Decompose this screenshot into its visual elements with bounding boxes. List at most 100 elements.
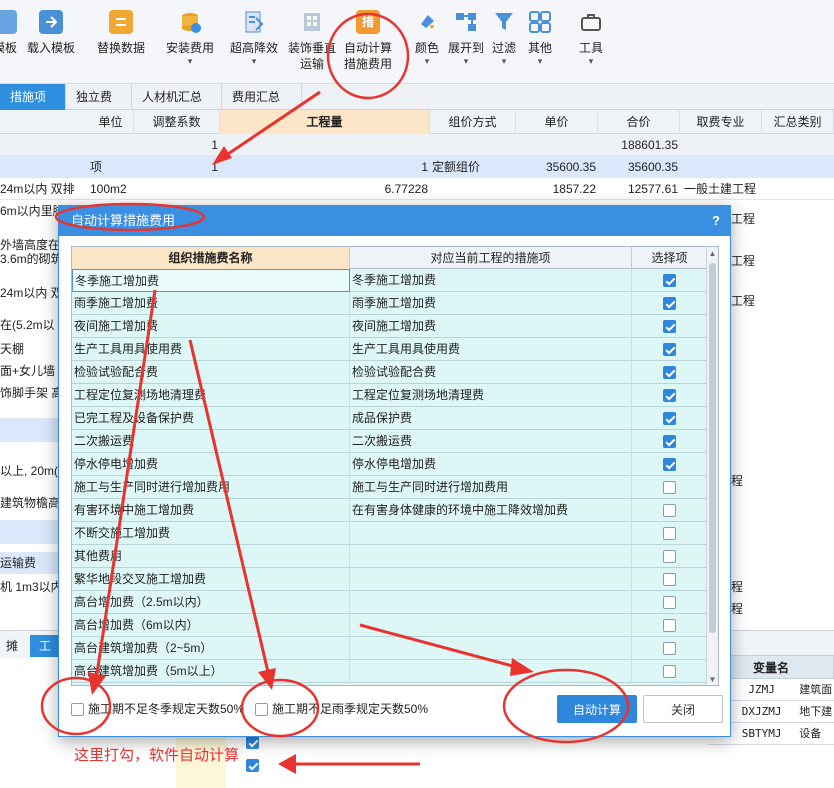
matched-item-cell[interactable]: 夜间施工增加费 <box>350 315 632 338</box>
fee-name-cell[interactable]: 二次搬运费 <box>72 430 350 453</box>
auto-calc-measure-button[interactable]: 措 自动计算 措施费用 <box>340 10 396 72</box>
fee-name-cell[interactable]: 高台增加费（2.5m以内） <box>72 591 350 614</box>
fee-name-cell[interactable]: 高台增加费（6m以内） <box>72 614 350 637</box>
select-checkbox[interactable] <box>632 522 708 545</box>
fee-name-cell[interactable]: 检验试验配合费 <box>72 361 350 384</box>
matched-item-cell[interactable] <box>350 568 632 591</box>
install-fee-button[interactable]: 安装费用 ▾ <box>164 10 216 66</box>
bottom-checkbox-2[interactable] <box>246 758 259 773</box>
tab-bottom-2[interactable]: 工 <box>30 635 60 657</box>
matched-item-cell[interactable]: 雨季施工增加费 <box>350 292 632 315</box>
select-checkbox[interactable] <box>632 430 708 453</box>
matched-item-cell[interactable] <box>350 614 632 637</box>
auto-calc-button[interactable]: 自动计算 <box>557 695 637 723</box>
template-button[interactable]: 模板 <box>0 10 20 56</box>
help-icon[interactable]: ? <box>712 206 720 236</box>
fee-name-cell[interactable]: 高台建筑增加费（5m以上） <box>72 660 350 683</box>
close-button[interactable]: 关闭 <box>643 695 723 723</box>
table-row[interactable]: 高台增加费（2.5m以内） <box>72 591 708 614</box>
table-row[interactable]: 夜间施工增加费 夜间施工增加费 <box>72 315 708 338</box>
table-row[interactable]: 检验试验配合费 检验试验配合费 <box>72 361 708 384</box>
table-row[interactable]: 冬季施工增加费 冬季施工增加费 <box>72 269 708 292</box>
fee-name-cell[interactable]: 工程定位复测场地清理费 <box>72 384 350 407</box>
matched-item-cell[interactable]: 停水停电增加费 <box>350 453 632 476</box>
fee-name-cell[interactable]: 夜间施工增加费 <box>72 315 350 338</box>
table-row[interactable]: 生产工具用具使用费 生产工具用具使用费 <box>72 338 708 361</box>
matched-item-cell[interactable] <box>350 545 632 568</box>
select-checkbox[interactable] <box>632 453 708 476</box>
color-button[interactable]: 颜色 ▾ <box>412 10 442 66</box>
fee-name-cell[interactable]: 已完工程及设备保护费 <box>72 407 350 430</box>
tab-independent-fee[interactable]: 独立费 <box>66 84 132 110</box>
tools-button[interactable]: 工具 ▾ <box>574 10 608 66</box>
select-checkbox[interactable] <box>632 545 708 568</box>
table-row[interactable]: 已完工程及设备保护费 成品保护费 <box>72 407 708 430</box>
table-row[interactable]: 1 188601.35 <box>0 134 834 156</box>
load-template-button[interactable]: 载入模板 <box>26 10 76 56</box>
scroll-thumb[interactable] <box>709 263 716 633</box>
select-checkbox[interactable] <box>632 499 708 522</box>
table-row[interactable]: 繁华地段交叉施工增加费 <box>72 568 708 591</box>
select-checkbox[interactable] <box>632 614 708 637</box>
fee-name-cell[interactable]: 雨季施工增加费 <box>72 292 350 315</box>
scroll-down-icon[interactable]: ▼ <box>707 673 718 685</box>
select-checkbox[interactable] <box>632 269 708 292</box>
table-row[interactable]: 工程定位复测场地清理费 工程定位复测场地清理费 <box>72 384 708 407</box>
matched-item-cell[interactable]: 生产工具用具使用费 <box>350 338 632 361</box>
select-checkbox[interactable] <box>632 476 708 499</box>
table-row[interactable]: 有害环境中施工增加费 在有害身体健康的环境中施工降效增加费 <box>72 499 708 522</box>
matched-item-cell[interactable]: 二次搬运费 <box>350 430 632 453</box>
fee-name-cell[interactable]: 生产工具用具使用费 <box>72 338 350 361</box>
select-checkbox[interactable] <box>632 292 708 315</box>
matched-item-cell[interactable]: 工程定位复测场地清理费 <box>350 384 632 407</box>
rain-shortfall-checkbox[interactable]: 施工期不足雨季规定天数50% <box>255 700 428 717</box>
other-button[interactable]: 其他 ▾ <box>524 10 556 66</box>
select-checkbox[interactable] <box>632 637 708 660</box>
matched-item-cell[interactable]: 成品保护费 <box>350 407 632 430</box>
table-row[interactable]: 高台建筑增加费（2~5m） <box>72 637 708 660</box>
fee-name-cell[interactable]: 施工与生产同时进行增加费用 <box>72 476 350 499</box>
select-checkbox[interactable] <box>632 407 708 430</box>
filter-button[interactable]: 过滤 ▾ <box>488 10 520 66</box>
height-efficiency-button[interactable]: 超高降效 ▾ <box>228 10 280 66</box>
matched-item-cell[interactable] <box>350 522 632 545</box>
fee-name-cell[interactable]: 停水停电增加费 <box>72 453 350 476</box>
fee-name-cell[interactable]: 不断交施工增加费 <box>72 522 350 545</box>
select-checkbox[interactable] <box>632 660 708 683</box>
bottom-checkbox-1[interactable] <box>246 735 259 750</box>
table-row[interactable]: 停水停电增加费 停水停电增加费 <box>72 453 708 476</box>
vertical-transport-button[interactable]: 装饰垂直 运输 <box>286 10 338 72</box>
matched-item-cell[interactable]: 施工与生产同时进行增加费用 <box>350 476 632 499</box>
grid-scrollbar[interactable]: ▲ ▼ <box>706 247 718 685</box>
table-row[interactable]: 项 1 1 定额组价 35600.35 35600.35 <box>0 156 834 178</box>
fee-name-cell[interactable]: 繁华地段交叉施工增加费 <box>72 568 350 591</box>
table-row[interactable]: 雨季施工增加费 雨季施工增加费 <box>72 292 708 315</box>
table-row[interactable]: 施工与生产同时进行增加费用 施工与生产同时进行增加费用 <box>72 476 708 499</box>
select-checkbox[interactable] <box>632 384 708 407</box>
fee-name-cell[interactable]: 高台建筑增加费（2~5m） <box>72 637 350 660</box>
tab-measure-items[interactable]: 措施项目 <box>0 84 66 130</box>
table-row[interactable]: 24m以内 双排 100m2 6.77228 1857.22 12577.61 … <box>0 178 834 200</box>
select-checkbox[interactable] <box>632 361 708 384</box>
tab-labor-material-summary[interactable]: 人材机汇总 <box>132 84 222 110</box>
table-row[interactable]: 高台建筑增加费（5m以上） <box>72 660 708 683</box>
tab-fee-summary[interactable]: 费用汇总 <box>222 84 302 110</box>
fee-name-cell[interactable]: 其他费用 <box>72 545 350 568</box>
fee-name-cell[interactable]: 有害环境中施工增加费 <box>72 499 350 522</box>
col-matched-item[interactable]: 对应当前工程的措施项 <box>350 247 632 269</box>
table-row[interactable]: 其他费用 <box>72 545 708 568</box>
col-fee-name[interactable]: 组织措施费名称 <box>72 247 350 269</box>
expand-button[interactable]: 展开到 ▾ <box>446 10 486 66</box>
matched-item-cell[interactable] <box>350 637 632 660</box>
table-row[interactable]: 二次搬运费 二次搬运费 <box>72 430 708 453</box>
tab-bottom-1[interactable]: 摊 <box>0 635 24 657</box>
matched-item-cell[interactable]: 在有害身体健康的环境中施工降效增加费 <box>350 499 632 522</box>
matched-item-cell[interactable]: 检验试验配合费 <box>350 361 632 384</box>
select-checkbox[interactable] <box>632 568 708 591</box>
table-row[interactable]: 高台增加费（6m以内） <box>72 614 708 637</box>
matched-item-cell[interactable] <box>350 660 632 683</box>
select-checkbox[interactable] <box>632 315 708 338</box>
replace-data-button[interactable]: 替换数据 <box>94 10 148 56</box>
scroll-up-icon[interactable]: ▲ <box>707 247 718 261</box>
select-checkbox[interactable] <box>632 591 708 614</box>
